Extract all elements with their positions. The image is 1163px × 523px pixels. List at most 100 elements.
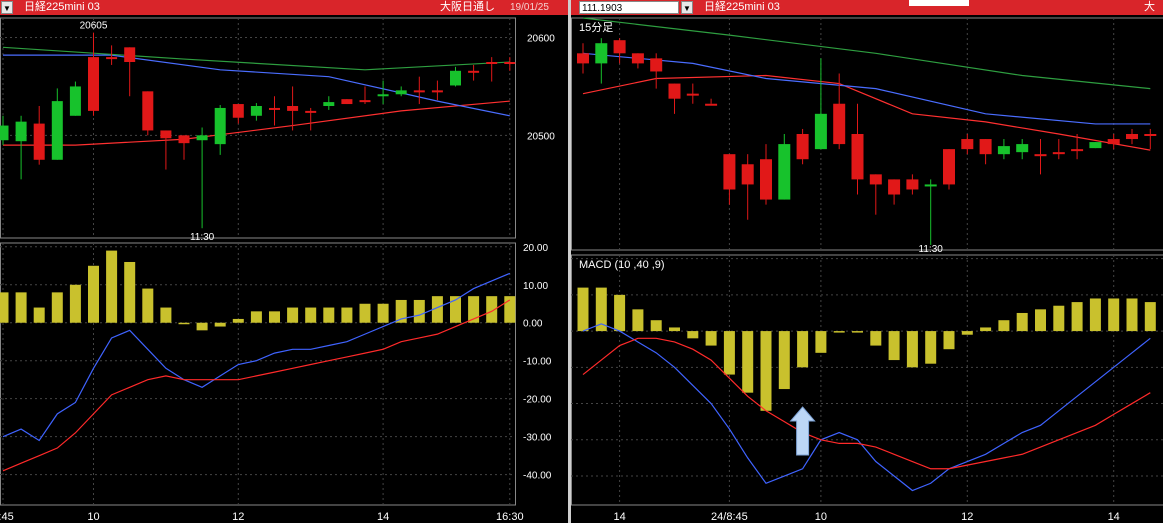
price-tick-label: 20600: [527, 34, 555, 45]
candle-body: [1126, 134, 1138, 140]
chevron-down-icon[interactable]: ▼: [1, 1, 13, 14]
candle-body: [178, 135, 190, 144]
macd-line: [582, 323, 1151, 492]
candle-body: [1144, 134, 1157, 136]
macd-tick-label: 20.00: [523, 243, 548, 254]
macd-histogram-bar: [15, 292, 27, 323]
left-symbol-label: 日経225mini 03: [24, 1, 100, 13]
left-chart-panel: 8:45 10 12 14 16:30 20600 20500 20.00 10.00 0.00 -…: [0, 0, 568, 523]
signal-line: [2, 299, 511, 472]
candle-body: [395, 90, 407, 95]
candle-body: [431, 90, 443, 93]
candle-body: [486, 62, 498, 64]
macd-histogram-bar: [760, 331, 772, 411]
macd-histogram-bar: [888, 331, 900, 361]
candle-body: [613, 40, 626, 54]
macd-histogram-bar: [980, 327, 992, 332]
macd-histogram-bar: [742, 331, 754, 393]
left-date-label: 19/01/25: [510, 2, 549, 13]
macd-tick-label: 10.00: [523, 281, 548, 292]
x-tick-label: 10: [87, 511, 99, 523]
candle-body: [51, 101, 63, 160]
macd-histogram-bar: [961, 331, 973, 335]
macd-histogram-bar: [51, 292, 63, 323]
candle-body: [1016, 144, 1029, 153]
macd-histogram-bar: [1144, 302, 1156, 332]
macd-title: MACD (10 ,40 ,9): [579, 259, 665, 271]
candle-body: [450, 70, 461, 86]
macd-histogram-bar: [0, 292, 9, 323]
candle-body: [359, 100, 371, 103]
macd-histogram-bar: [870, 331, 882, 346]
candle-body: [997, 146, 1010, 155]
macd-histogram-bar: [1126, 298, 1138, 332]
macd-histogram-bar: [815, 331, 827, 353]
candle-body: [250, 106, 262, 116]
x-tick-label: 12: [232, 511, 244, 523]
macd-histogram-bar: [359, 303, 371, 323]
macd-histogram-bar: [705, 331, 717, 346]
candle-body: [196, 135, 208, 141]
macd-tick-label: -40.00: [523, 471, 552, 482]
chevron-down-icon[interactable]: ▼: [681, 1, 693, 14]
right-selector-input[interactable]: 111.1903: [579, 1, 679, 14]
left-chart-svg: 8:45 10 12 14 16:30 20600 20500 20.00 10.00 0.00 -…: [0, 17, 555, 523]
macd-histogram-bar: [906, 331, 918, 368]
macd-histogram-bar: [577, 287, 589, 332]
macd-histogram-bar: [1108, 298, 1120, 332]
macd-histogram-bar: [196, 322, 208, 331]
x-tick-label: 16:30: [496, 511, 524, 523]
macd-tick-label: -20.00: [523, 395, 552, 406]
candle-body: [341, 99, 353, 105]
candle-body: [723, 154, 736, 190]
candle-body: [214, 107, 226, 145]
candle-body: [577, 53, 589, 64]
candle-body: [15, 121, 27, 142]
macd-histogram-bar: [687, 331, 699, 339]
candle-body: [888, 179, 901, 195]
x-tick-label: 24/8:45: [711, 511, 748, 523]
candle-body: [124, 47, 136, 62]
macd-histogram-bar: [377, 303, 389, 323]
macd-histogram-bar: [669, 327, 680, 332]
macd-histogram-bar: [142, 288, 154, 323]
candle-body: [142, 91, 154, 131]
right-blank-box: [909, 0, 969, 6]
candle-body: [851, 134, 864, 180]
macd-histogram-bar: [833, 331, 845, 333]
macd-histogram-bar: [69, 284, 81, 323]
macd-pane-frame: [571, 254, 1163, 506]
candle-body: [796, 134, 809, 160]
macd-histogram-bar: [250, 311, 262, 323]
candle-body: [160, 130, 172, 139]
candle-body: [88, 57, 99, 111]
macd-histogram-bar: [1089, 298, 1101, 332]
candle-body: [232, 104, 244, 118]
x-tick-label: 10: [815, 511, 827, 523]
macd-histogram-bar: [925, 331, 937, 364]
macd-histogram-bar: [1053, 305, 1065, 332]
macd-histogram-bar: [323, 307, 335, 323]
macd-histogram-bar: [723, 331, 735, 375]
macd-histogram-bar: [178, 322, 190, 325]
candle-body: [269, 107, 280, 110]
candle-body: [741, 164, 754, 185]
left-market-label: 大阪日通し: [440, 1, 495, 13]
macd-histogram-bar: [943, 331, 955, 350]
candle-body: [668, 83, 681, 99]
candle-body: [961, 139, 974, 150]
candle-body: [760, 159, 772, 200]
candle-body: [631, 53, 644, 64]
macd-histogram-bar: [632, 309, 644, 332]
x-tick-label: 12: [961, 511, 973, 523]
macd-histogram-bar: [614, 294, 626, 332]
macd-tick-label: -10.00: [523, 357, 552, 368]
right-chart-svg: 14 24/8:45 10 12 14 11:30 15分足 MACD (10 ,40 ,9): [571, 17, 1163, 523]
candle-body: [504, 62, 516, 64]
left-title-bar: ▼ 日経225mini 03 大阪日通し 19/01/25: [0, 0, 568, 15]
candle-body: [106, 57, 118, 60]
macd-histogram-bar: [650, 320, 662, 332]
candle-body: [869, 174, 882, 185]
right-symbol-label: 日経225mini 03: [704, 1, 780, 13]
candle-body: [705, 103, 718, 106]
